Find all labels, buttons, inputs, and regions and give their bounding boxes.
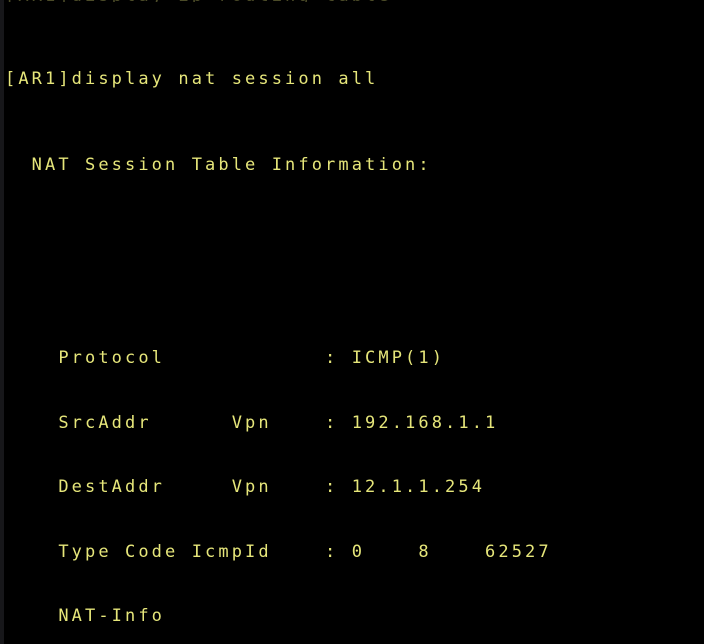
session-dest-addr-line: DestAddr Vpn : 12.1.1.254 bbox=[5, 477, 486, 497]
session-src-addr-line: SrcAddr Vpn : 192.168.1.1 bbox=[5, 412, 499, 433]
session-nat-info-line: NAT-Info bbox=[5, 606, 166, 626]
command-prompt-line: [AR1]display nat session all bbox=[5, 68, 379, 89]
terminal-screen: [AR1]display nat session all NAT Session… bbox=[5, 4, 552, 644]
terminal-window[interactable]: [AR1]display ip routing-table [AR1]displ… bbox=[0, 0, 704, 644]
session-protocol-line: Protocol : ICMP(1) bbox=[5, 348, 446, 368]
window-left-edge bbox=[0, 0, 4, 644]
scrollback-remnant-line: [AR1]display ip routing-table bbox=[5, 0, 699, 2]
session-type-code-icmpid-line: Type Code IcmpId : 0 8 62527 bbox=[5, 541, 552, 562]
table-title: NAT Session Table Information: bbox=[5, 154, 432, 175]
